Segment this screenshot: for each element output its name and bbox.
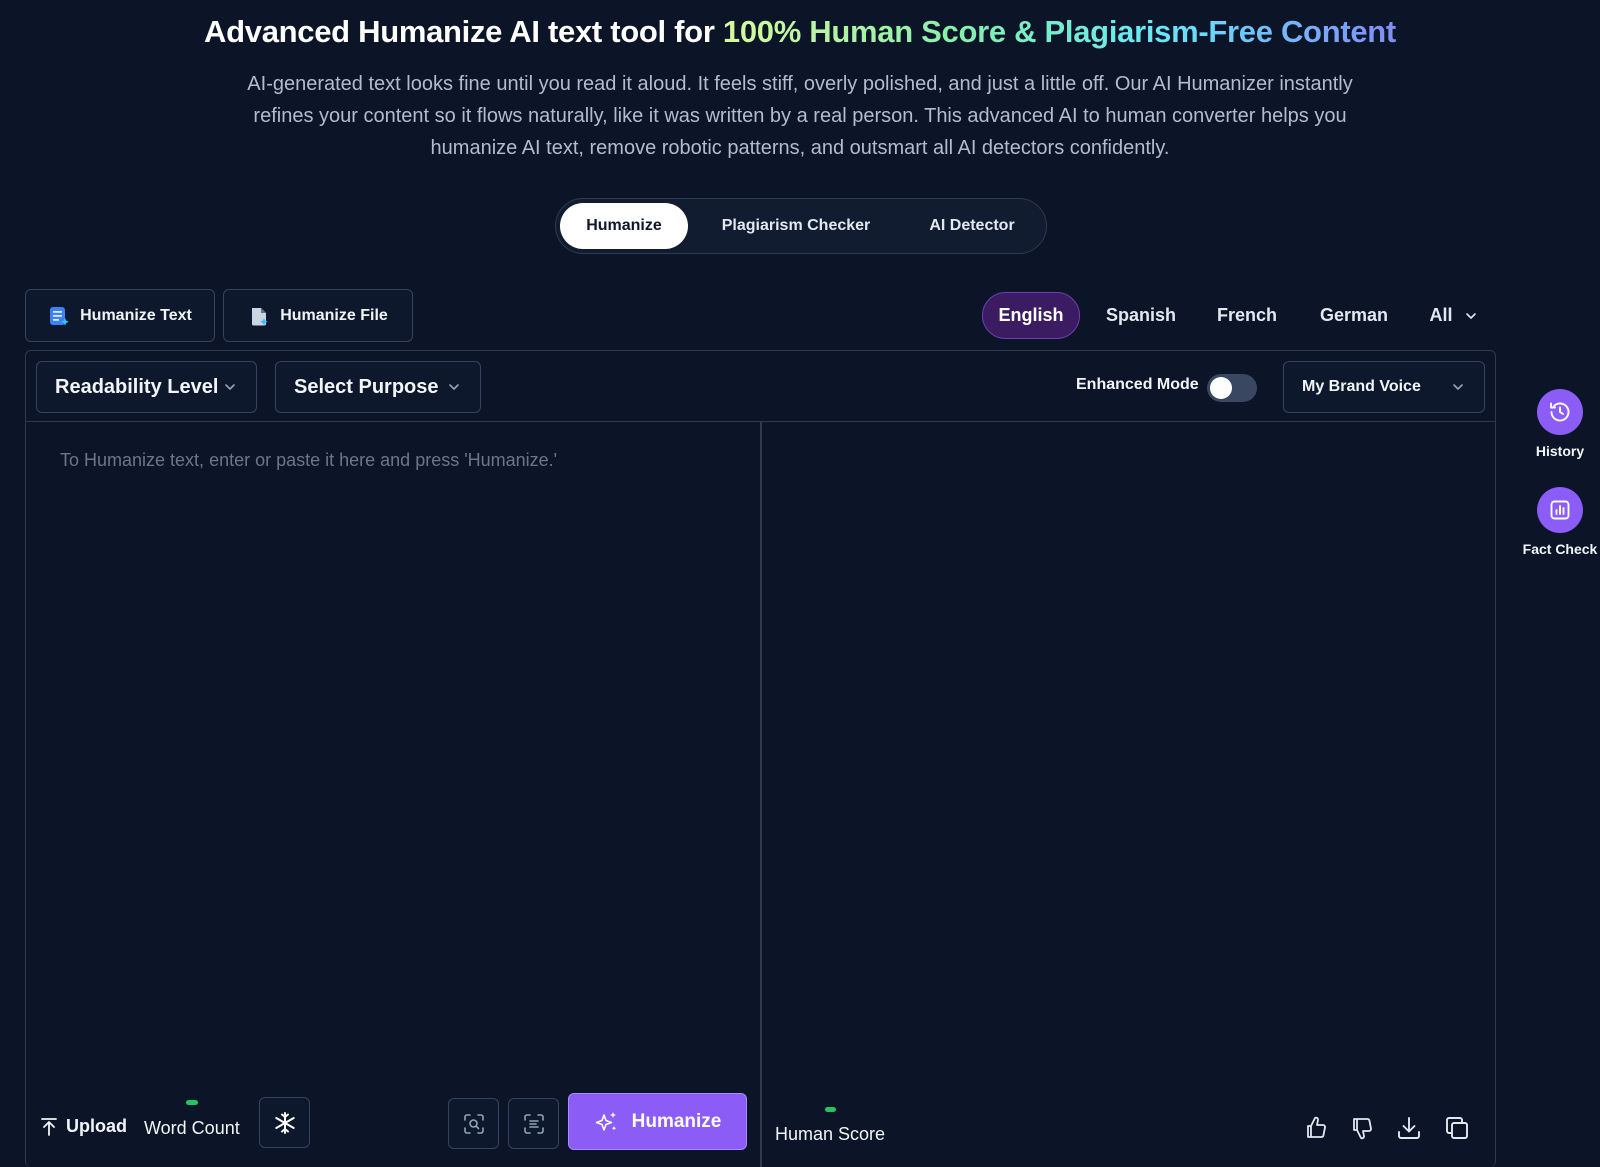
language-tab-german[interactable]: German	[1305, 292, 1403, 339]
human-score-indicator	[825, 1107, 836, 1112]
brand-voice-label: My Brand Voice	[1302, 378, 1421, 395]
human-score-label: Human Score	[775, 1124, 886, 1144]
page-title-text: Advanced Humanize AI text tool for	[204, 14, 723, 49]
brand-voice-dropdown[interactable]: My Brand Voice	[1283, 361, 1485, 413]
fact-check-button[interactable]	[1537, 487, 1583, 533]
toggle-knob	[1210, 377, 1232, 399]
humanize-text-button[interactable]: Humanize Text	[25, 289, 215, 342]
chevron-down-icon	[225, 384, 235, 390]
enhanced-mode-toggle[interactable]	[1207, 374, 1257, 402]
download-icon[interactable]	[1395, 1114, 1423, 1142]
scan-text-icon	[523, 1113, 544, 1134]
humanize-text-label: Humanize Text	[80, 306, 192, 324]
upload-label: Upload	[66, 1116, 127, 1136]
page-title: Advanced Humanize AI text tool for 100% …	[0, 14, 1600, 50]
humanize-file-label: Humanize File	[280, 306, 388, 324]
mode-tabs: Humanize Plagiarism Checker AI Detector	[555, 198, 1047, 254]
humanize-button[interactable]: Humanize	[568, 1093, 747, 1150]
chevron-down-icon	[449, 384, 459, 390]
freeze-button[interactable]	[259, 1097, 310, 1148]
word-count-label: Word Count	[144, 1118, 240, 1138]
word-count-indicator	[186, 1100, 198, 1105]
language-tab-english[interactable]: English	[982, 292, 1080, 339]
language-tab-spanish[interactable]: Spanish	[1092, 292, 1190, 339]
page-description: AI-generated text looks fine until you r…	[247, 73, 1353, 159]
sparkles-icon	[595, 1111, 616, 1131]
chart-icon	[1550, 500, 1570, 520]
language-tab-french[interactable]: French	[1198, 292, 1296, 339]
column-divider	[760, 422, 762, 1167]
page: Advanced Humanize AI text tool for 100% …	[0, 0, 1600, 1167]
select-purpose-label: Select Purpose	[294, 375, 439, 398]
chevron-down-icon	[1465, 312, 1476, 319]
tab-humanize[interactable]: Humanize	[560, 203, 688, 249]
history-label: History	[1535, 443, 1585, 459]
file-icon	[252, 307, 269, 326]
humanize-file-button[interactable]: Humanize File	[223, 289, 413, 342]
upload-button[interactable]: Upload	[40, 1116, 127, 1137]
tab-ai-detector[interactable]: AI Detector	[904, 203, 1040, 249]
input-text-area[interactable]	[60, 450, 740, 1050]
select-purpose-dropdown[interactable]: Select Purpose	[275, 361, 481, 413]
fact-check-label: Fact Check	[1522, 541, 1598, 557]
readability-level-dropdown[interactable]: Readability Level	[36, 361, 257, 413]
readability-level-label: Readability Level	[55, 375, 219, 398]
tab-plagiarism-checker[interactable]: Plagiarism Checker	[688, 203, 904, 249]
language-all-dropdown[interactable]: All	[1418, 292, 1490, 339]
language-all-label: All	[1429, 305, 1453, 325]
page-title-highlight: 100% Human Score & Plagiarism-Free Conte…	[722, 14, 1396, 49]
upload-icon	[41, 1117, 57, 1136]
scan-button[interactable]	[448, 1098, 499, 1149]
text-document-icon	[50, 306, 69, 326]
humanize-button-label: Humanize	[631, 1110, 722, 1132]
scan-search-icon	[463, 1113, 484, 1134]
scan-text-button[interactable]	[508, 1098, 559, 1149]
enhanced-mode-label: Enhanced Mode	[1076, 376, 1199, 393]
copy-icon[interactable]	[1443, 1114, 1471, 1142]
thumbs-down-icon[interactable]	[1349, 1114, 1377, 1142]
thumbs-up-icon[interactable]	[1303, 1114, 1331, 1142]
history-icon	[1550, 402, 1570, 422]
chevron-down-icon	[1453, 384, 1463, 390]
history-button[interactable]	[1537, 389, 1583, 435]
snowflake-icon	[274, 1111, 295, 1134]
